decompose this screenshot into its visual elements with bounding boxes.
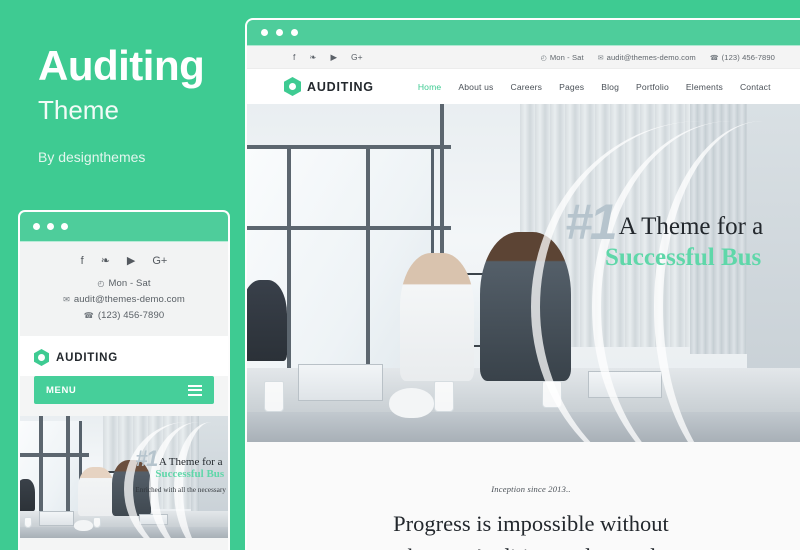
hero-headline-line1: A Theme for a <box>618 212 764 240</box>
contact-email-text: audit@themes-demo.com <box>606 52 696 62</box>
window-dot-maximize[interactable] <box>61 223 68 230</box>
mobile-preview-window: f ❧ ▶ G+ ◴ Mon - Sat ✉ audit@themes-demo.c… <box>18 210 230 550</box>
twitter-icon[interactable]: ❧ <box>101 256 110 267</box>
mobile-hero-text: #1 A Theme for a Successful Bus Enriched… <box>135 446 226 494</box>
site-topbar: f ❧ ▶ G+ ◴ Mon - Sat ✉ audit@themes-demo.c… <box>247 46 800 69</box>
hero-headline-line2: Successful Bus <box>605 244 762 271</box>
nav-item-portfolio[interactable]: Portfolio <box>636 82 669 92</box>
business-hours-text: Mon - Sat <box>549 52 584 62</box>
mobile-social-links: f ❧ ▶ G+ <box>20 256 228 267</box>
mobile-topbar: f ❧ ▶ G+ ◴ Mon - Sat ✉ audit@themes-demo.c… <box>20 242 228 336</box>
youtube-icon[interactable]: ▶ <box>331 53 338 62</box>
envelope-icon: ✉ <box>597 54 604 62</box>
mobile-hero-banner: #1 A Theme for a Successful Bus Enriched… <box>20 416 228 538</box>
decorative-arcs <box>531 120 800 442</box>
browser-window-chrome <box>247 20 800 46</box>
window-dot-minimize[interactable] <box>276 29 283 36</box>
mobile-menu-button[interactable]: MENU <box>34 376 214 404</box>
youtube-icon[interactable]: ▶ <box>127 256 135 267</box>
mobile-hours: ◴ Mon - Sat <box>20 278 228 289</box>
window-dot-minimize[interactable] <box>47 223 54 230</box>
nav-item-elements[interactable]: Elements <box>686 82 723 92</box>
brand-name: AUDITING <box>307 79 374 94</box>
mobile-hours-text: Mon - Sat <box>108 278 151 289</box>
twitter-icon[interactable]: ❧ <box>309 53 316 62</box>
googleplus-icon[interactable]: G+ <box>351 53 363 62</box>
brand-name: AUDITING <box>56 351 118 364</box>
quote-eyebrow: Inception since 2013.. <box>491 484 571 494</box>
mobile-email[interactable]: ✉ audit@themes-demo.com <box>20 294 228 305</box>
contact-phone-text: (123) 456-7890 <box>721 52 775 62</box>
mobile-phone[interactable]: ☎ (123) 456-7890 <box>20 310 228 321</box>
quote-line2: change. Auditing understands <box>398 544 665 550</box>
window-dot-close[interactable] <box>261 29 268 36</box>
promo-block: Auditing Theme By designthemes <box>38 42 258 165</box>
site-navbar: AUDITING Home About us Careers Pages Blo… <box>247 69 800 104</box>
hero-text: #1 A Theme for a Successful Bus <box>565 194 800 273</box>
quote-text: Progress is impossible without change. A… <box>247 508 800 550</box>
nav-item-careers[interactable]: Careers <box>510 82 542 92</box>
clock-icon: ◴ <box>540 54 547 62</box>
mobile-window-chrome <box>20 212 228 242</box>
clock-icon: ◴ <box>97 279 105 288</box>
googleplus-icon[interactable]: G+ <box>152 256 167 267</box>
nav-item-blog[interactable]: Blog <box>601 82 619 92</box>
business-hours: ◴ Mon - Sat <box>541 53 584 62</box>
mobile-email-text: audit@themes-demo.com <box>73 294 185 305</box>
hamburger-icon[interactable] <box>188 384 202 396</box>
hero-photo <box>247 104 800 442</box>
quote-line1: Progress is impossible without <box>393 511 669 536</box>
window-dot-maximize[interactable] <box>291 29 298 36</box>
nav-item-pages[interactable]: Pages <box>559 82 584 92</box>
hexagon-logo-icon <box>34 349 49 366</box>
contact-email[interactable]: ✉ audit@themes-demo.com <box>598 53 696 62</box>
social-links: f ❧ ▶ G+ <box>293 53 363 62</box>
facebook-icon[interactable]: f <box>81 256 84 267</box>
hero-banner: #1 A Theme for a Successful Bus <box>247 104 800 442</box>
contact-phone[interactable]: ☎ (123) 456-7890 <box>710 53 775 62</box>
mobile-hero-line1: A Theme for a <box>158 455 223 468</box>
quote-section: Inception since 2013.. Progress is impos… <box>247 442 800 550</box>
window-dot-close[interactable] <box>33 223 40 230</box>
page-title: Auditing <box>38 42 205 89</box>
phone-icon: ☎ <box>83 311 94 320</box>
hexagon-logo-icon <box>284 77 301 96</box>
mobile-phone-text: (123) 456-7890 <box>97 310 165 321</box>
desktop-preview-window: f ❧ ▶ G+ ◴ Mon - Sat ✉ audit@themes-demo.c… <box>245 18 800 550</box>
envelope-icon: ✉ <box>63 295 70 304</box>
page-subtitle: Theme <box>38 95 119 126</box>
nav-item-home[interactable]: Home <box>418 82 442 92</box>
mobile-logo-bar[interactable]: AUDITING <box>20 336 228 376</box>
mobile-hero-subline: Enriched with all the necessary <box>135 485 226 494</box>
mobile-hero-hash: #1 <box>135 446 158 471</box>
mobile-hero-line2: Successful Bus <box>155 467 225 480</box>
page-author: By designthemes <box>38 148 146 165</box>
nav-item-about-us[interactable]: About us <box>458 82 493 92</box>
mobile-menu-label: MENU <box>46 384 77 396</box>
site-logo[interactable]: AUDITING <box>284 77 374 96</box>
facebook-icon[interactable]: f <box>293 53 295 62</box>
phone-icon: ☎ <box>709 54 719 62</box>
hero-hash-number: #1 <box>565 194 618 250</box>
nav-item-contact[interactable]: Contact <box>740 82 771 92</box>
main-menu: Home About us Careers Pages Blog Portfol… <box>418 81 800 92</box>
contact-info: ◴ Mon - Sat ✉ audit@themes-demo.com ☎ (123)… <box>541 53 775 62</box>
